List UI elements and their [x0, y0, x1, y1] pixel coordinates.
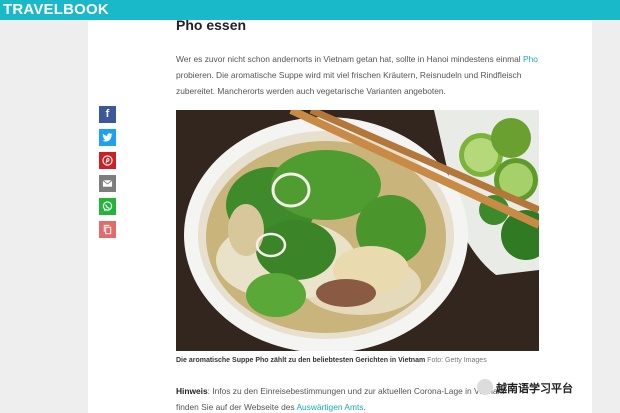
twitter-share-button[interactable] — [99, 129, 116, 146]
twitter-icon — [102, 133, 113, 142]
email-share-button[interactable] — [99, 175, 116, 192]
hint-text-end: . — [363, 402, 366, 412]
hint-label: Hinweis — [176, 386, 208, 396]
facebook-icon: f — [105, 108, 110, 120]
wechat-logo-icon — [477, 379, 493, 395]
intro-text-start: Wer es zuvor nicht schon andernorts in V… — [176, 54, 523, 64]
wechat-watermark: 越南语学习平台 — [477, 379, 597, 395]
intro-text-end: probieren. Die aromatische Suppe wird mi… — [176, 70, 522, 96]
whatsapp-share-button[interactable] — [99, 198, 116, 215]
caption-text: Die aromatische Suppe Pho zählt zu den b… — [176, 357, 426, 364]
pinterest-share-button[interactable] — [99, 152, 116, 169]
whatsapp-icon — [102, 201, 113, 212]
pho-link[interactable]: Pho — [523, 54, 538, 64]
photo-caption: Die aromatische Suppe Pho zählt zu den b… — [176, 357, 487, 364]
travelbook-logo[interactable]: TRAVELBOOK — [3, 1, 109, 19]
top-header-bar: TRAVELBOOK — [0, 0, 620, 20]
right-margin — [592, 20, 620, 413]
pinterest-icon — [102, 155, 113, 166]
copy-icon — [103, 224, 112, 235]
watermark-text: 越南语学习平台 — [496, 383, 573, 395]
email-icon — [102, 179, 113, 187]
copy-link-button[interactable] — [99, 221, 116, 238]
hint-text-start: : Infos zu den Einreisebestimmungen und … — [207, 386, 505, 396]
facebook-share-button[interactable]: f — [99, 106, 116, 123]
left-margin — [0, 20, 88, 413]
photo-credit: Foto: Getty Images — [425, 357, 487, 364]
article-intro-paragraph: Wer es zuvor nicht schon andernorts in V… — [176, 51, 546, 99]
pho-soup-photo — [176, 110, 539, 351]
article-heading: Pho essen — [176, 17, 247, 33]
hint-text-middle: finden Sie auf der Webseite des — [176, 402, 297, 412]
auswaertiges-amt-link[interactable]: Auswärtigen Amts — [296, 402, 363, 412]
